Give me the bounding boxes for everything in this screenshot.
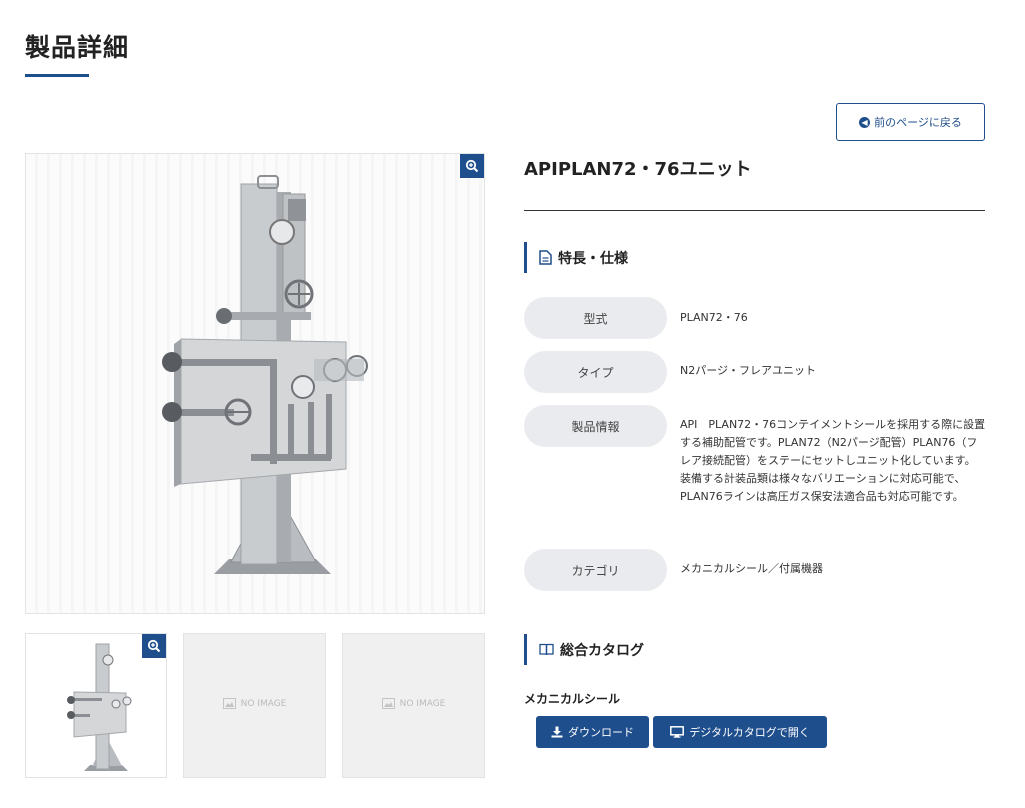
thumbnail-1[interactable] xyxy=(25,633,167,778)
main-product-image[interactable] xyxy=(25,153,485,614)
zoom-in-icon xyxy=(147,639,161,653)
catalog-section-title: 総合カタログ xyxy=(560,642,644,659)
no-image-label: NO IMAGE xyxy=(240,698,287,709)
spec-label-info: 製品情報 xyxy=(524,405,667,447)
no-image-label: NO IMAGE xyxy=(399,698,446,709)
image-placeholder-icon xyxy=(381,698,395,709)
back-button[interactable]: ◀ 前のページに戻る xyxy=(836,103,985,141)
product-unit-illustration xyxy=(162,175,368,574)
page-title: 製品詳細 xyxy=(25,33,130,62)
catalog-section-heading: 総合カタログ xyxy=(524,634,644,665)
catalog-subheading: メカニカルシール xyxy=(524,692,621,706)
spec-label-model: 型式 xyxy=(524,297,667,339)
spec-section-heading: 特長・仕様 xyxy=(524,242,628,273)
zoom-button[interactable] xyxy=(460,154,484,178)
book-icon xyxy=(539,643,554,656)
spec-value-info: API PLAN72・76コンテイメントシールを採用する際に設置する補助配管です… xyxy=(680,418,986,503)
spec-value-model: PLAN72・76 xyxy=(680,311,748,324)
back-button-label: 前のページに戻る xyxy=(874,116,962,129)
thumbnail-2[interactable]: NO IMAGE xyxy=(183,633,326,778)
spec-label-category: カテゴリ xyxy=(524,549,667,591)
spec-label-type: タイプ xyxy=(524,351,667,393)
download-icon xyxy=(551,726,563,738)
digital-catalog-button-label: デジタルカタログで開く xyxy=(689,726,810,739)
download-button-label: ダウンロード xyxy=(568,726,634,739)
monitor-icon xyxy=(670,726,685,738)
spec-value-type: N2パージ・フレアユニット xyxy=(680,364,817,377)
digital-catalog-button[interactable]: デジタルカタログで開く xyxy=(653,716,827,748)
title-underline xyxy=(25,74,89,77)
product-divider xyxy=(524,210,985,211)
spec-section-title: 特長・仕様 xyxy=(558,250,628,267)
image-placeholder-icon xyxy=(222,698,236,709)
thumbnail-zoom-button[interactable] xyxy=(142,634,166,658)
arrow-left-circle-icon: ◀ xyxy=(859,116,871,128)
product-name: APIPLAN72・76ユニット xyxy=(524,159,752,180)
spec-value-category: メカニカルシール／付属機器 xyxy=(680,562,823,575)
thumbnail-3[interactable]: NO IMAGE xyxy=(342,633,485,778)
zoom-in-icon xyxy=(465,159,479,173)
document-icon xyxy=(539,250,552,265)
download-button[interactable]: ダウンロード xyxy=(536,716,649,748)
